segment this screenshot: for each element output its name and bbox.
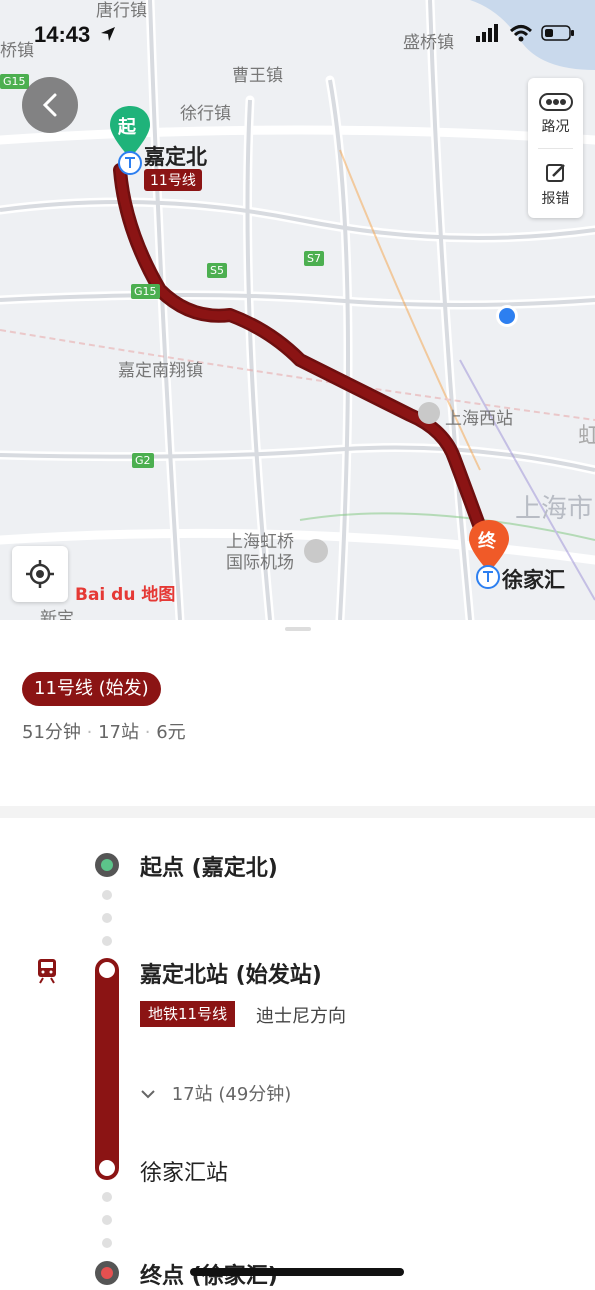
step-alight-station: 徐家汇站 (140, 1161, 229, 1186)
metro-station-icon (118, 151, 142, 175)
expand-stops-label: 17站 (49分钟) (171, 1084, 292, 1105)
chevron-down-icon (141, 1090, 155, 1099)
route-meta: 51分钟 · 17站 · 6元 (22, 718, 186, 744)
step-board-station: 嘉定北站 (始发站) (140, 963, 322, 988)
board-station-ring (99, 962, 115, 978)
map-label-nanxiang: 嘉定南翔镇 (118, 361, 203, 381)
train-icon (38, 959, 56, 984)
road-badge-g2: G2 (132, 453, 154, 468)
edit-icon (545, 164, 565, 182)
map-label-hongqiao-airport: 上海虹桥国际机场 (226, 532, 294, 573)
road-badge-s7: S7 (304, 251, 324, 266)
traffic-label: 路况 (541, 119, 570, 135)
start-marker-label: 起 (118, 117, 136, 138)
start-station-label: 嘉定北 (144, 145, 207, 169)
expand-stops-button[interactable]: 17站 (49分钟) (140, 1080, 291, 1106)
alight-station-ring (99, 1160, 115, 1176)
meta-separator: · (86, 722, 93, 743)
locate-icon (26, 560, 54, 588)
map-label-xuxing: 徐行镇 (180, 104, 231, 124)
end-point-dot-icon (95, 1261, 119, 1285)
metro-station-end-icon (476, 565, 500, 589)
map-label-shanghai-west: 上海西站 (445, 409, 513, 429)
locate-button[interactable] (12, 546, 68, 602)
line-summary-tag: 11号线 (始发) (22, 672, 161, 706)
location-arrow-icon (101, 27, 115, 41)
report-error-button[interactable]: 报错 (528, 162, 583, 208)
walk-dot (102, 1192, 112, 1202)
baidu-logo: Bai du 地图 (75, 585, 176, 605)
route-price: 6元 (156, 722, 186, 743)
subway-line-tag: 地铁11号线 (140, 1001, 236, 1027)
road-badge-g15-top: G15 (0, 74, 29, 89)
map-label-hong: 虹 (578, 424, 595, 449)
sheet-drag-handle[interactable] (285, 627, 311, 631)
map-tools-panel: 路况 报错 (528, 78, 583, 218)
walk-dot (102, 1215, 112, 1225)
battery-icon (541, 25, 574, 41)
traffic-button[interactable]: 路况 (528, 92, 583, 136)
route-map[interactable]: 唐行镇 桥镇 盛桥镇 曹王镇 徐行镇 嘉定南翔镇 上海西站 上海虹桥国际机场 上… (0, 0, 595, 620)
end-station-label: 徐家汇 (502, 568, 565, 592)
end-marker-label: 终 (478, 531, 496, 552)
walk-dot (102, 1238, 112, 1248)
route-duration: 51分钟 (22, 722, 81, 743)
map-label-shanghai: 上海市 (515, 494, 594, 524)
status-time: 14:43 (34, 22, 91, 47)
cellular-signal-icon (476, 24, 498, 42)
traffic-icon (538, 93, 573, 111)
map-label-xinbao: 新宝 (40, 609, 74, 620)
meta-separator: · (144, 722, 151, 743)
subway-line-bar (95, 958, 119, 1180)
walk-dot (102, 936, 112, 946)
walk-dot (102, 890, 112, 900)
direction-label: 迪士尼方向 (256, 1006, 346, 1027)
wifi-icon (509, 25, 533, 42)
step-start: 起点 (嘉定北) (140, 856, 278, 881)
chevron-left-icon (42, 93, 57, 117)
status-bar: 14:43 (0, 0, 595, 70)
route-stops: 17站 (98, 722, 140, 743)
panel-divider (538, 148, 573, 149)
line-tag-map: 11号线 (144, 169, 202, 191)
home-indicator[interactable] (190, 1268, 404, 1276)
walk-dot (102, 913, 112, 923)
report-error-label: 报错 (541, 191, 570, 207)
section-divider (0, 806, 595, 818)
road-badge-s5: S5 (207, 263, 227, 278)
start-point-dot-icon (95, 853, 119, 877)
back-button[interactable] (22, 77, 78, 133)
road-badge-g15: G15 (131, 284, 160, 299)
